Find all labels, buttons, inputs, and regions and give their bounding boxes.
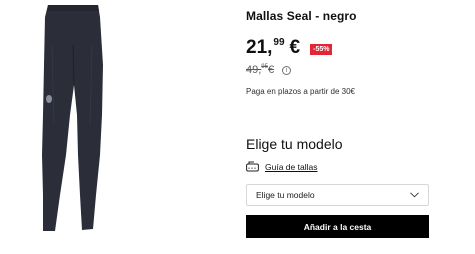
- installments-text: Paga en plazos a partir de 30€: [246, 87, 355, 96]
- chevron-down-icon: [410, 192, 419, 198]
- discount-badge: -55%: [310, 44, 333, 55]
- price-decimal: 99: [273, 37, 285, 48]
- size-guide[interactable]: Guía de tallas: [246, 161, 317, 172]
- add-to-cart-button[interactable]: Añadir a la cesta: [246, 215, 429, 238]
- size-guide-icon: [246, 161, 259, 172]
- price-currency: €: [289, 37, 301, 58]
- size-guide-link[interactable]: Guía de tallas: [265, 162, 317, 172]
- model-select-value: Elige tu modelo: [256, 190, 315, 200]
- info-icon[interactable]: i: [282, 65, 292, 75]
- old-price-integer: 49,: [246, 64, 262, 76]
- choose-model-heading: Elige tu modelo: [246, 136, 343, 152]
- product-title: Mallas Seal - negro: [246, 9, 357, 23]
- model-select[interactable]: Elige tu modelo: [246, 184, 429, 206]
- old-price-decimal: 95: [261, 64, 268, 70]
- leggings-image: [42, 5, 103, 231]
- current-price: 21, 99 € -55%: [246, 37, 333, 58]
- product-image[interactable]: [30, 5, 130, 237]
- price-integer: 21,: [246, 37, 273, 58]
- old-price: 49, 95 €: [246, 64, 274, 76]
- old-price-row: 49, 95 € i: [246, 64, 292, 76]
- old-price-currency: €: [267, 64, 275, 76]
